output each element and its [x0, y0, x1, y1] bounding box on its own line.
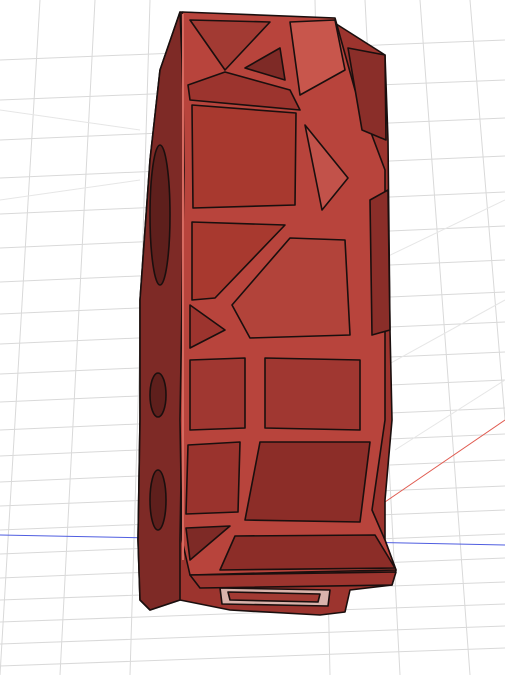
- model-base-lip: [189, 571, 397, 589]
- side-hole-lower: [149, 372, 167, 418]
- right-rib-lower: [369, 189, 391, 336]
- panel-lower-b: [264, 357, 361, 431]
- 3d-viewport[interactable]: [0, 0, 505, 675]
- model-slot-inner: [227, 591, 321, 603]
- panel-lower-a: [189, 357, 246, 431]
- panel-lower-d: [244, 441, 371, 523]
- panel-bottom-right: [219, 534, 396, 571]
- side-hole-bottom: [149, 469, 167, 531]
- panel-upper-left: [191, 104, 297, 209]
- panel-lower-c: [185, 441, 241, 515]
- model-body[interactable]: [137, 11, 397, 616]
- scene-canvas[interactable]: [0, 0, 505, 675]
- side-hole-upper: [149, 144, 171, 286]
